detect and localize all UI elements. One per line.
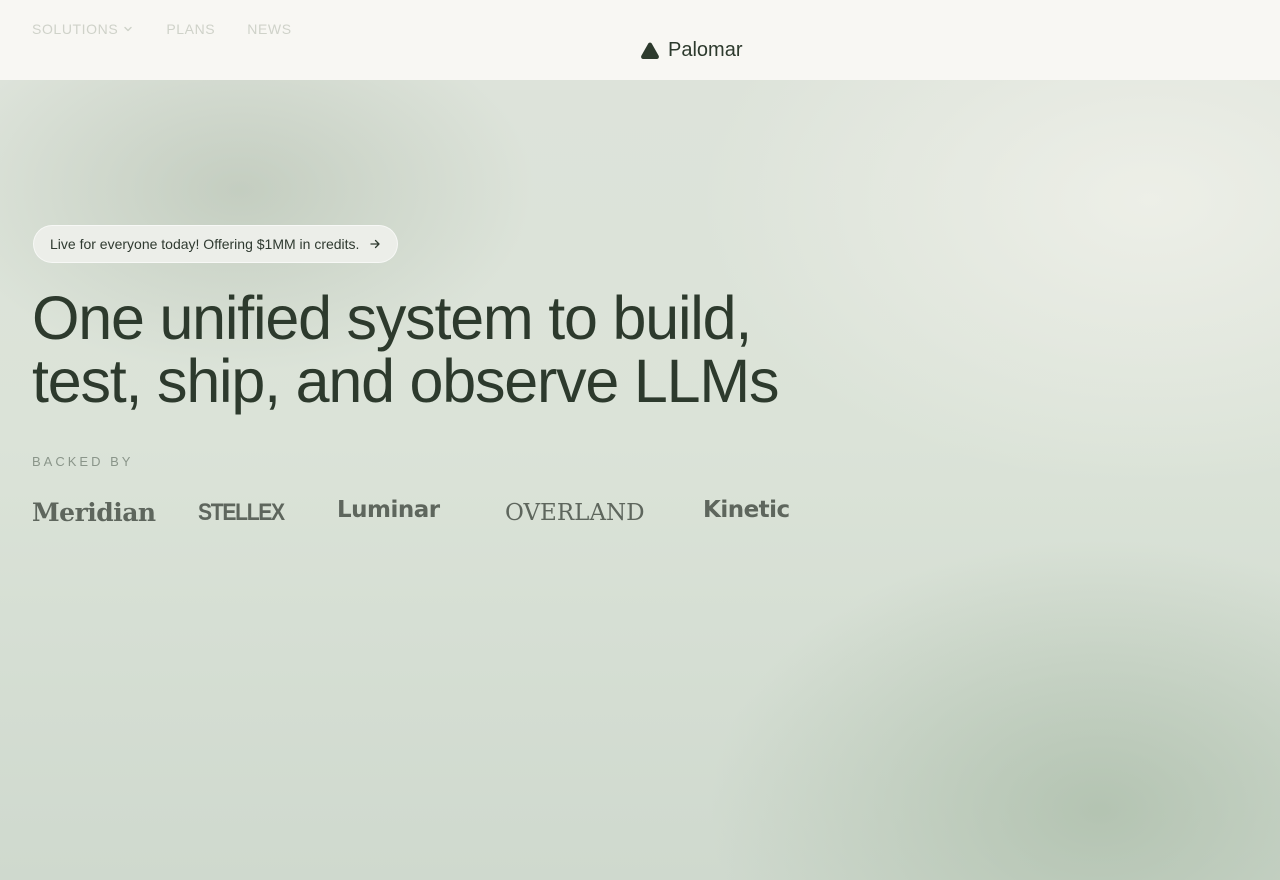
nav-item-plans[interactable]: PLANS	[166, 21, 215, 37]
mountain-logo-icon	[641, 42, 659, 59]
brand-logo-link[interactable]: Palomar	[640, 39, 742, 62]
brand-name: Palomar	[668, 39, 743, 61]
chevron-down-icon	[124, 26, 133, 32]
nav-item-news[interactable]: NEWS	[247, 21, 291, 37]
nav-item-label: NEWS	[247, 21, 292, 37]
hero-section: Live for everyone today! Offering $1MM i…	[0, 80, 1280, 880]
top-bar: SOLUTIONS PLANS NEWS Palomar	[0, 0, 1280, 80]
backer-logos: Meridian STELLEX Luminar OVERLAND Kineti…	[32, 493, 832, 533]
backer-logo-luminar: Luminar	[337, 497, 440, 523]
backed-by-label: BACKED BY	[32, 454, 134, 469]
arrow-right-icon	[370, 239, 381, 249]
backer-logo-kinetic: Kinetic	[703, 497, 790, 523]
backer-logo-stellex: STELLEX	[198, 499, 285, 526]
hero-headline: One unified system to build, test, ship,…	[32, 287, 832, 413]
hero-headline-line-2: test, ship, and observe LLMs	[32, 347, 779, 415]
announcement-pill[interactable]: Live for everyone today! Offering $1MM i…	[33, 225, 399, 263]
hero-headline-line-1: One unified system to build,	[32, 284, 752, 352]
nav-item-solutions[interactable]: SOLUTIONS	[32, 21, 134, 37]
announcement-text: Live for everyone today! Offering $1MM i…	[50, 236, 360, 252]
nav-item-label: PLANS	[166, 21, 216, 37]
backer-logo-meridian: Meridian	[32, 498, 156, 527]
backer-logo-overland: OVERLAND	[505, 500, 645, 526]
nav-item-label: SOLUTIONS	[32, 21, 119, 37]
main-nav: SOLUTIONS PLANS NEWS	[32, 21, 292, 37]
